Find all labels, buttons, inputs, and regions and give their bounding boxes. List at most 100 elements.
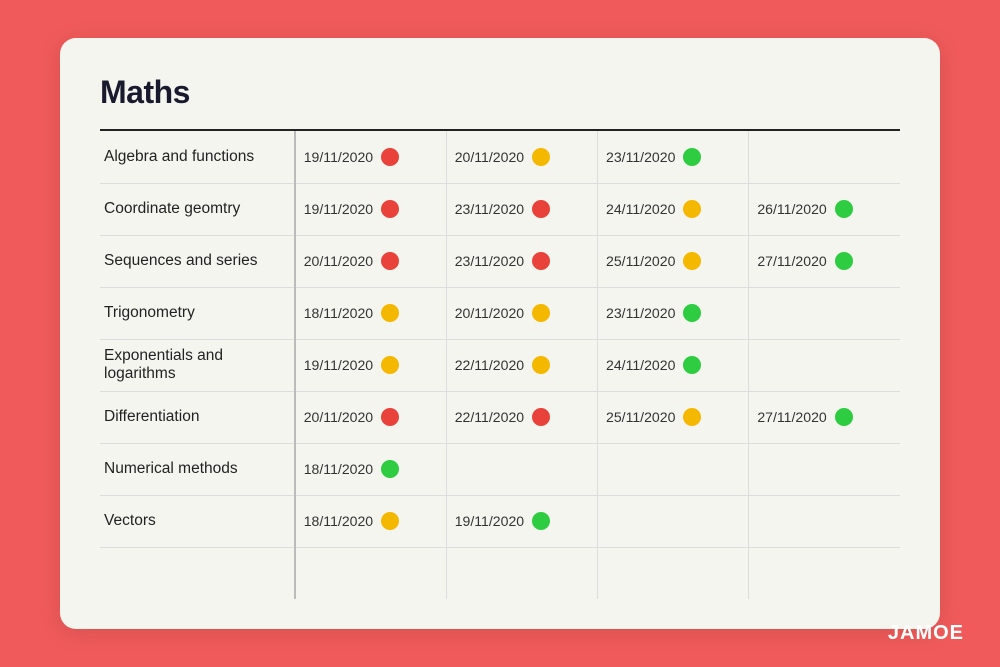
- entry-date: 27/11/2020: [757, 409, 826, 425]
- table-row: [100, 547, 900, 599]
- entry-cell: 25/11/2020: [598, 235, 749, 287]
- entry-cell: [749, 547, 900, 599]
- entry-date: 20/11/2020: [304, 253, 373, 269]
- entry-date: 23/11/2020: [455, 253, 524, 269]
- entry-date: 24/11/2020: [606, 201, 675, 217]
- entry-date: 18/11/2020: [304, 513, 373, 529]
- entry-cell: [749, 131, 900, 183]
- yellow-dot: [683, 408, 701, 426]
- yellow-dot: [381, 512, 399, 530]
- yellow-dot: [381, 356, 399, 374]
- entry-cell: 23/11/2020: [446, 235, 597, 287]
- green-dot: [381, 460, 399, 478]
- entry-date: 20/11/2020: [304, 409, 373, 425]
- red-dot: [381, 408, 399, 426]
- entry-cell: [598, 547, 749, 599]
- entry-cell: [598, 443, 749, 495]
- table-row: Trigonometry18/11/202020/11/202023/11/20…: [100, 287, 900, 339]
- entry-cell: 22/11/2020: [446, 339, 597, 391]
- table-row: Exponentials and logarithms 19/11/2020 22/…: [100, 339, 900, 391]
- entry-cell: 27/11/2020: [749, 235, 900, 287]
- entry-cell: 18/11/2020: [295, 287, 446, 339]
- topics-table: Algebra and functions 19/11/2020 20/11/202…: [100, 131, 900, 599]
- entry-cell: 24/11/2020: [598, 339, 749, 391]
- topic-cell: Numerical methods: [100, 443, 295, 495]
- table-row: Differentiation 20/11/2020 22/11/2020 25/11…: [100, 391, 900, 443]
- entry-cell: 19/11/2020: [295, 131, 446, 183]
- entry-date: 20/11/2020: [455, 149, 524, 165]
- topic-cell: Algebra and functions: [100, 131, 295, 183]
- entry-date: 18/11/2020: [304, 461, 373, 477]
- entry-cell: 20/11/2020: [446, 131, 597, 183]
- green-dot: [835, 252, 853, 270]
- entry-cell: 23/11/2020: [598, 287, 749, 339]
- red-dot: [381, 148, 399, 166]
- topic-cell: Exponentials and logarithms: [100, 339, 295, 391]
- entry-cell: 19/11/2020: [446, 495, 597, 547]
- red-dot: [532, 408, 550, 426]
- topic-cell: Sequences and series: [100, 235, 295, 287]
- red-dot: [532, 252, 550, 270]
- entry-date: 19/11/2020: [455, 513, 524, 529]
- entry-cell: [749, 339, 900, 391]
- topic-cell: Coordinate geomtry: [100, 183, 295, 235]
- entry-date: 19/11/2020: [304, 149, 373, 165]
- entry-date: 19/11/2020: [304, 201, 373, 217]
- entry-date: 24/11/2020: [606, 357, 675, 373]
- entry-cell: 18/11/2020: [295, 443, 446, 495]
- entry-cell: [598, 495, 749, 547]
- entry-date: 25/11/2020: [606, 253, 675, 269]
- green-dot: [835, 200, 853, 218]
- entry-cell: 20/11/2020: [295, 235, 446, 287]
- entry-cell: [446, 443, 597, 495]
- green-dot: [683, 304, 701, 322]
- green-dot: [683, 148, 701, 166]
- entry-cell: 25/11/2020: [598, 391, 749, 443]
- yellow-dot: [532, 356, 550, 374]
- entry-date: 19/11/2020: [304, 357, 373, 373]
- entry-date: 23/11/2020: [606, 149, 675, 165]
- entry-cell: [749, 443, 900, 495]
- entry-date: 27/11/2020: [757, 253, 826, 269]
- main-card: Maths Algebra and functions 19/11/2020 20/…: [60, 38, 940, 629]
- entry-cell: 20/11/2020: [295, 391, 446, 443]
- yellow-dot: [683, 200, 701, 218]
- topic-cell: Differentiation: [100, 391, 295, 443]
- table-row: Coordinate geomtry 19/11/2020 23/11/2020 24…: [100, 183, 900, 235]
- entry-cell: [749, 495, 900, 547]
- entry-cell: 22/11/2020: [446, 391, 597, 443]
- red-dot: [532, 200, 550, 218]
- entry-date: 25/11/2020: [606, 409, 675, 425]
- yellow-dot: [532, 148, 550, 166]
- entry-cell: 18/11/2020: [295, 495, 446, 547]
- jamoe-logo: JAMOE: [888, 622, 964, 645]
- table-row: Algebra and functions 19/11/2020 20/11/202…: [100, 131, 900, 183]
- entry-cell: 19/11/2020: [295, 339, 446, 391]
- entry-cell: 20/11/2020: [446, 287, 597, 339]
- yellow-dot: [683, 252, 701, 270]
- entry-cell: 27/11/2020: [749, 391, 900, 443]
- entry-date: 23/11/2020: [606, 305, 675, 321]
- entry-cell: [295, 547, 446, 599]
- red-dot: [381, 252, 399, 270]
- green-dot: [532, 512, 550, 530]
- entry-date: 18/11/2020: [304, 305, 373, 321]
- table-row: Vectors 18/11/2020 19/11/2020: [100, 495, 900, 547]
- entry-cell: 23/11/2020: [446, 183, 597, 235]
- card-title: Maths: [100, 74, 900, 111]
- green-dot: [835, 408, 853, 426]
- green-dot: [683, 356, 701, 374]
- entry-date: 20/11/2020: [455, 305, 524, 321]
- yellow-dot: [532, 304, 550, 322]
- entry-cell: 24/11/2020: [598, 183, 749, 235]
- entry-date: 23/11/2020: [455, 201, 524, 217]
- entry-date: 26/11/2020: [757, 201, 826, 217]
- topic-cell: Vectors: [100, 495, 295, 547]
- topic-cell: [100, 547, 295, 599]
- table-row: Sequences and series 20/11/2020 23/11/2020…: [100, 235, 900, 287]
- entry-cell: 23/11/2020: [598, 131, 749, 183]
- entry-cell: 26/11/2020: [749, 183, 900, 235]
- entry-date: 22/11/2020: [455, 409, 524, 425]
- table-row: Numerical methods 18/11/2020: [100, 443, 900, 495]
- entry-date: 22/11/2020: [455, 357, 524, 373]
